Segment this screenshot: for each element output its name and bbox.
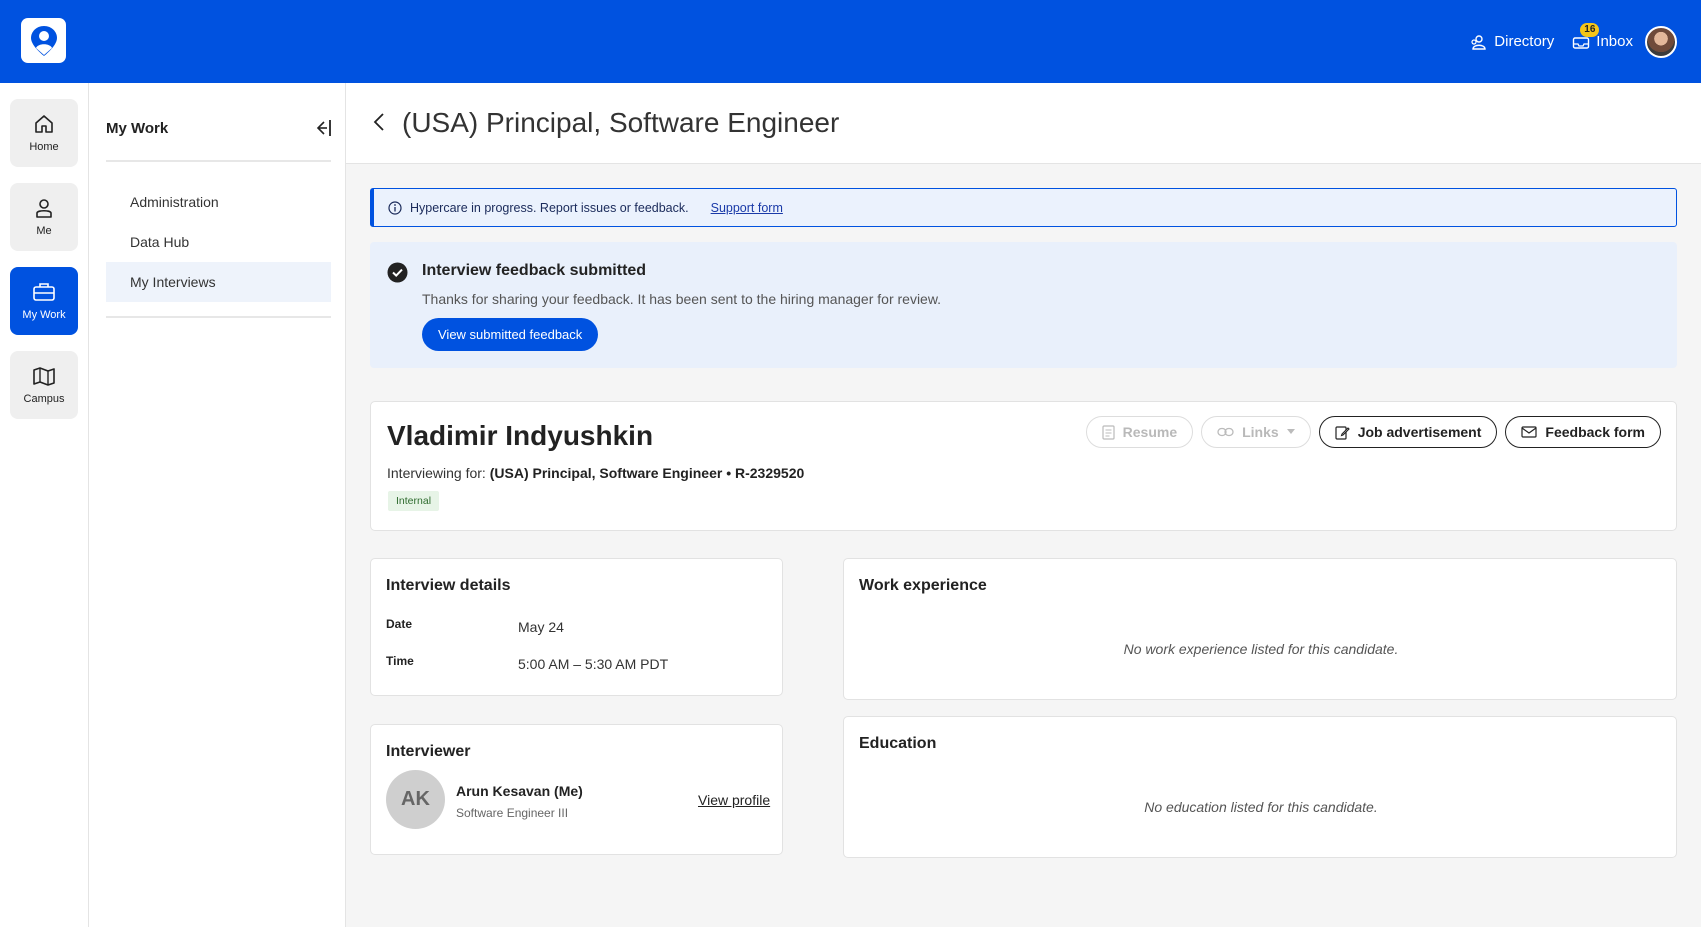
info-icon (388, 200, 402, 215)
candidate-card: Vladimir Indyushkin Interviewing for: (U… (370, 401, 1677, 531)
interviewer-name: Arun Kesavan (Me) (456, 783, 583, 799)
interviewer-avatar: AK (386, 770, 445, 829)
home-icon (35, 115, 53, 133)
back-button[interactable] (368, 109, 390, 135)
links-label: Links (1242, 424, 1279, 440)
inbox-link[interactable]: 16 Inbox (1572, 23, 1633, 50)
work-experience-title: Work experience (859, 577, 987, 594)
rail-item-campus[interactable]: Campus (10, 351, 78, 419)
candidate-actions: Resume Links Job advertisement Feedback … (1085, 416, 1661, 448)
links-dropdown[interactable]: Links (1201, 416, 1311, 448)
people-icon (1471, 34, 1486, 50)
logo-icon (30, 25, 57, 56)
date-value: May 24 (518, 619, 564, 635)
interviewing-for-value: (USA) Principal, Software Engineer • R-2… (489, 465, 805, 481)
subnav-item-my-interviews[interactable]: My Interviews (106, 262, 331, 302)
directory-label: Directory (1494, 33, 1555, 50)
divider (106, 160, 331, 162)
map-icon (33, 367, 55, 386)
left-rail: Home Me My Work Campus (0, 83, 89, 927)
inbox-label: Inbox (1596, 33, 1633, 50)
date-label: Date (386, 617, 413, 631)
view-profile-link[interactable]: View profile (698, 792, 770, 808)
main-content: (USA) Principal, Software Engineer Hyper… (346, 83, 1701, 927)
interviewer-card: Interviewer AK Arun Kesavan (Me) Softwar… (370, 724, 783, 855)
sub-navigation: My Work Administration Data Hub My Inter… (89, 83, 346, 927)
education-title: Education (859, 735, 937, 752)
time-label: Time (386, 654, 414, 668)
subnav-item-label: My Interviews (130, 274, 216, 290)
collapse-icon (316, 120, 331, 136)
rail-item-label: My Work (22, 309, 66, 321)
top-bar: Directory 16 Inbox (0, 0, 1701, 83)
briefcase-icon (33, 283, 55, 301)
user-avatar[interactable] (1645, 25, 1677, 58)
education-empty: No education listed for this candidate. (1144, 799, 1378, 815)
resume-button[interactable]: Resume (1085, 416, 1194, 448)
work-experience-card: Work experience No work experience liste… (843, 558, 1677, 700)
rail-item-my-work[interactable]: My Work (10, 267, 78, 335)
subnav-item-administration[interactable]: Administration (106, 182, 331, 222)
collapse-sidebar-button[interactable] (311, 115, 337, 141)
interviewer-title: Interviewer (386, 743, 471, 760)
document-icon (1102, 424, 1115, 440)
interviewing-for: Interviewing for: (USA) Principal, Softw… (387, 465, 804, 481)
success-title: Interview feedback submitted (422, 262, 647, 279)
rail-item-me[interactable]: Me (10, 183, 78, 251)
rail-item-label: Campus (23, 393, 65, 405)
subnav-item-label: Administration (130, 194, 219, 210)
app-logo[interactable] (21, 18, 66, 63)
success-message: Thanks for sharing your feedback. It has… (422, 291, 942, 307)
work-experience-empty: No work experience listed for this candi… (1123, 641, 1399, 657)
subnav-item-data-hub[interactable]: Data Hub (106, 222, 331, 262)
candidate-name: Vladimir Indyushkin (387, 420, 654, 451)
chevron-left-icon (373, 113, 384, 131)
feedback-form-button[interactable]: Feedback form (1505, 416, 1661, 448)
link-icon (1217, 427, 1234, 437)
interviewing-for-prefix: Interviewing for: (387, 465, 486, 481)
job-advertisement-label: Job advertisement (1357, 424, 1482, 440)
job-advertisement-button[interactable]: Job advertisement (1318, 416, 1498, 448)
info-banner: Hypercare in progress. Report issues or … (370, 188, 1677, 227)
education-card: Education No education listed for this c… (843, 716, 1677, 858)
internal-tag: Internal (388, 491, 440, 511)
rail-item-home[interactable]: Home (10, 99, 78, 167)
interview-details-title: Interview details (386, 577, 511, 594)
divider (106, 316, 331, 318)
feedback-form-label: Feedback form (1545, 424, 1645, 440)
banner-text: Hypercare in progress. Report issues or … (410, 200, 689, 215)
resume-label: Resume (1122, 424, 1178, 440)
feedback-success-card: Interview feedback submitted Thanks for … (370, 242, 1677, 368)
rail-item-label: Home (29, 141, 59, 153)
page-title: (USA) Principal, Software Engineer (402, 107, 840, 138)
inbox-count-badge: 16 (1580, 23, 1600, 37)
rail-item-label: Me (36, 225, 52, 237)
subnav-title: My Work (106, 120, 169, 137)
check-circle-icon (387, 262, 408, 283)
envelope-icon (1521, 426, 1538, 438)
caret-down-icon (1286, 429, 1295, 434)
time-value: 5:00 AM – 5:30 AM PDT (518, 656, 669, 672)
directory-link[interactable]: Directory (1470, 33, 1554, 50)
subnav-item-label: Data Hub (130, 234, 190, 250)
interview-details-card: Interview details Date May 24 Time 5:00 … (370, 558, 783, 696)
edit-document-icon (1335, 425, 1350, 440)
page-header: (USA) Principal, Software Engineer (346, 83, 1701, 164)
support-form-link[interactable]: Support form (711, 201, 783, 215)
interviewer-role: Software Engineer III (456, 806, 569, 820)
view-submitted-feedback-button[interactable]: View submitted feedback (422, 318, 599, 351)
user-icon (36, 199, 52, 218)
